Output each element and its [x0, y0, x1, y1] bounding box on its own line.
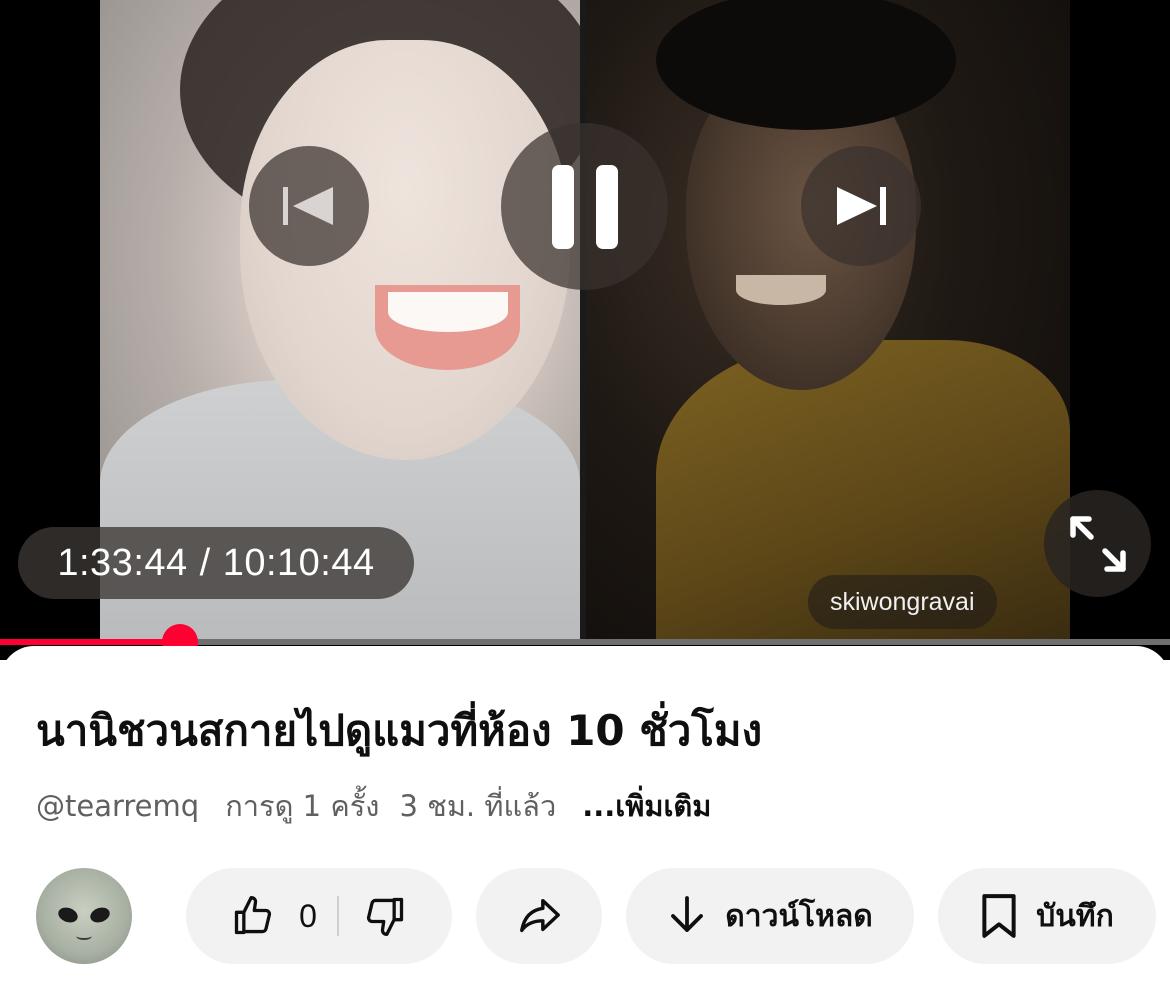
watermark-username: skiwongravai	[808, 575, 997, 629]
video-title[interactable]: นานิชวนสกายไปดูแมวที่ห้อง 10 ชั่วโมง	[36, 698, 1136, 764]
channel-handle[interactable]: @tearremq	[36, 789, 199, 823]
channel-avatar[interactable]	[36, 868, 132, 964]
share-icon	[516, 896, 562, 936]
view-count: การดู 1 ครั้ง	[225, 789, 380, 823]
like-icon[interactable]	[231, 894, 275, 938]
pause-button[interactable]	[501, 123, 668, 290]
video-info-panel: นานิชวนสกายไปดูแมวที่ห้อง 10 ชั่วโมง @te…	[0, 646, 1170, 984]
next-button[interactable]	[801, 146, 921, 266]
current-time: 1:33:44	[57, 541, 188, 584]
time-display: 1:33:44 / 10:10:44	[18, 527, 414, 599]
video-meta[interactable]: @tearremq การดู 1 ครั้ง 3 ชม. ที่แล้ว ..…	[36, 786, 711, 826]
skip-next-icon	[831, 181, 891, 231]
progress-played	[0, 639, 180, 645]
download-button[interactable]: ดาวน์โหลด	[626, 868, 914, 964]
share-button[interactable]	[476, 868, 602, 964]
video-player[interactable]: 1:33:44 / 10:10:44 skiwongravai	[0, 0, 1170, 660]
upload-age: 3 ชม. ที่แล้ว	[399, 789, 557, 823]
skip-previous-icon	[279, 181, 339, 231]
save-label: บันทึก	[1036, 898, 1114, 934]
time-separator: /	[199, 541, 211, 584]
fullscreen-icon	[1069, 515, 1127, 573]
progress-bar[interactable]	[0, 624, 1170, 660]
dislike-icon[interactable]	[363, 894, 407, 938]
more-link[interactable]: ...เพิ่มเติม	[582, 783, 711, 829]
bookmark-icon	[980, 893, 1018, 939]
download-label: ดาวน์โหลด	[725, 898, 873, 934]
pause-icon	[550, 164, 620, 249]
like-divider	[336, 896, 339, 936]
video-frame-right	[586, 0, 1070, 640]
previous-button[interactable]	[249, 146, 369, 266]
action-bar: 0 ดาวน์โหลด บันทึก	[0, 868, 1170, 968]
like-count: 0	[299, 897, 317, 934]
save-button[interactable]: บันทึก	[938, 868, 1156, 964]
fullscreen-button[interactable]	[1044, 490, 1151, 597]
like-dislike-group: 0	[186, 868, 452, 964]
download-icon	[667, 894, 707, 938]
total-time: 10:10:44	[222, 541, 375, 584]
